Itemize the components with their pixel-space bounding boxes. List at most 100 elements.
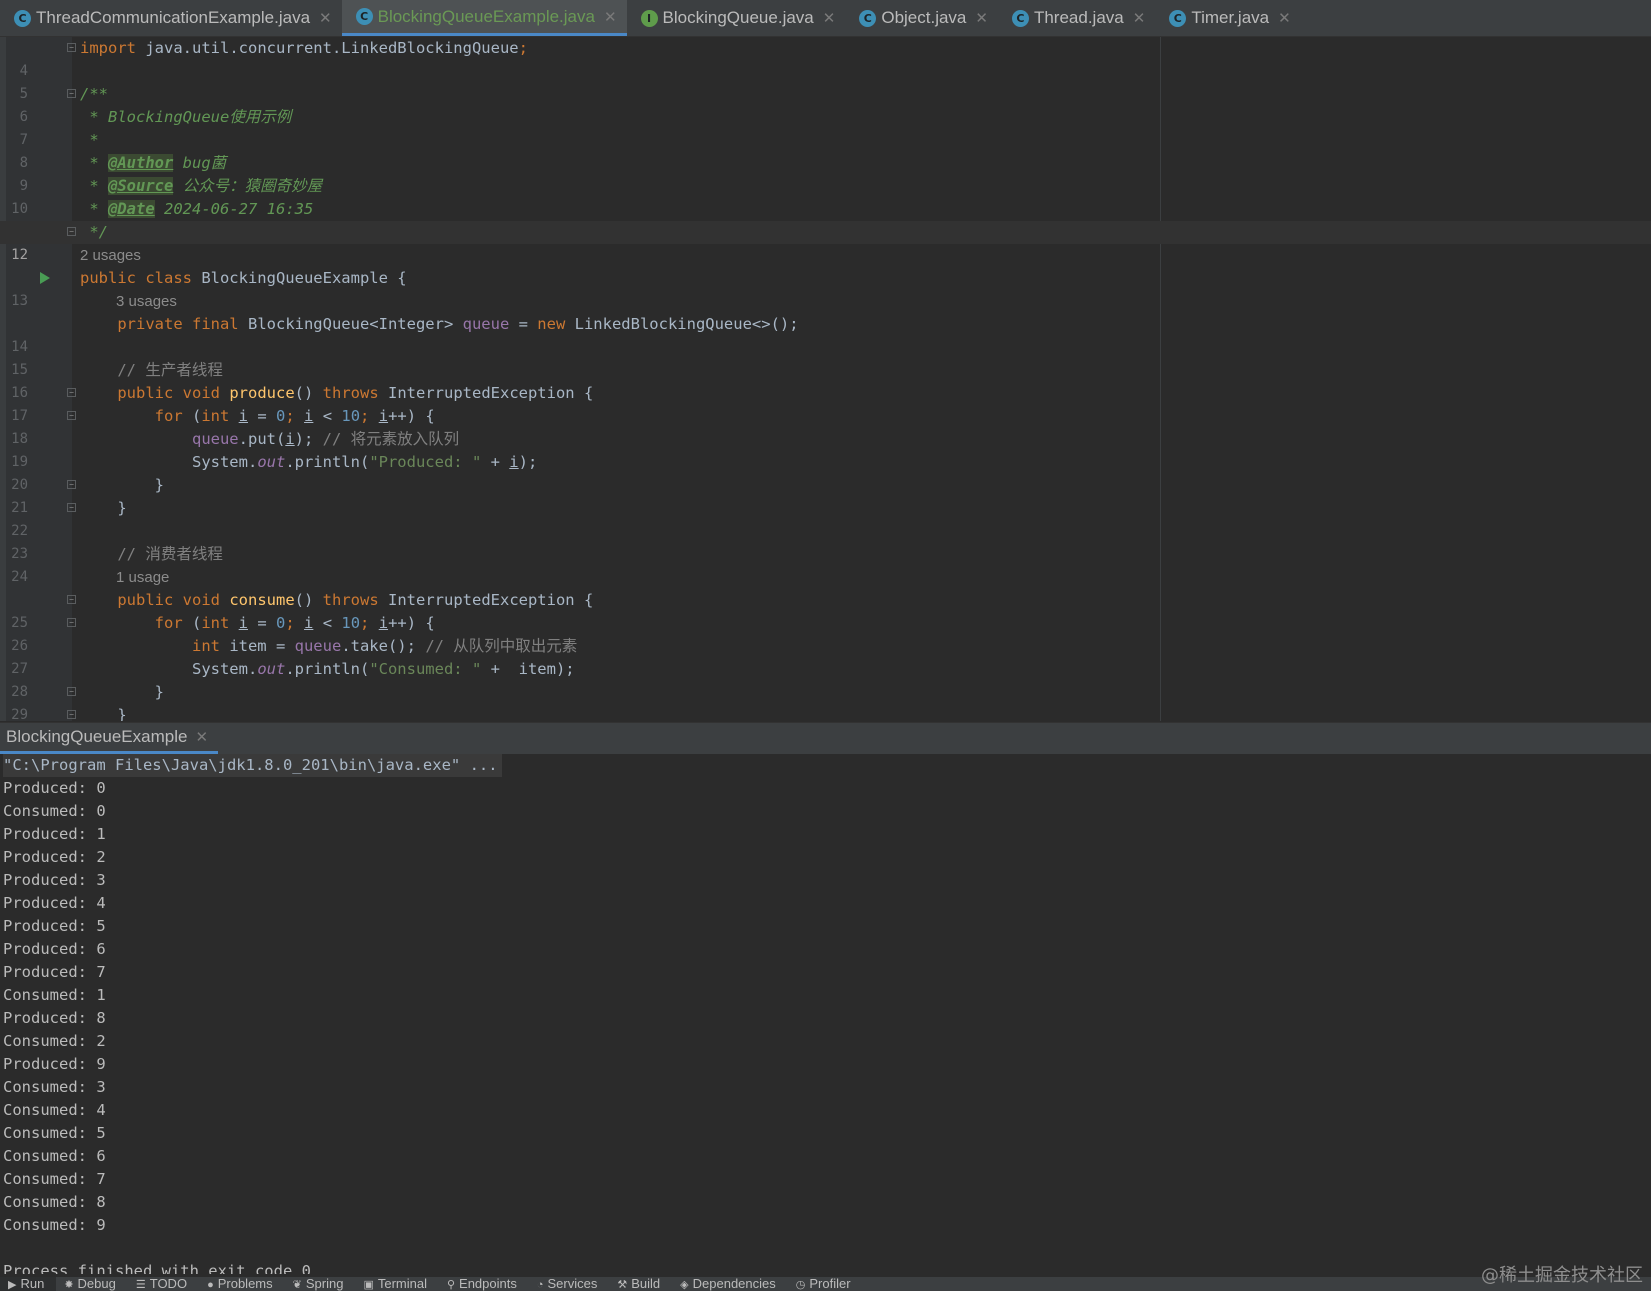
tab-thread[interactable]: C Thread.java ✕ (998, 0, 1155, 36)
tab-timer[interactable]: C Timer.java ✕ (1155, 0, 1300, 36)
tool-button-label: Build (631, 1277, 661, 1291)
run-icon: ▶ (8, 1279, 17, 1291)
run-config-tab[interactable]: BlockingQueueExample ✕ (0, 723, 219, 754)
tab-label: Object.java (881, 8, 967, 27)
doc-prefix: * (80, 177, 108, 195)
keyword: int (201, 407, 230, 425)
run-gutter-icon[interactable] (40, 272, 50, 284)
fold-marker-icon[interactable]: − (67, 227, 76, 236)
fold-marker-icon[interactable]: − (67, 89, 76, 98)
tool-button-label: Run (20, 1277, 45, 1291)
operator: + (481, 660, 510, 678)
editor-tab-bar: C ThreadCommunicationExample.java ✕ C Bl… (0, 0, 1651, 37)
semicolon: ; (518, 39, 528, 57)
code-line: 23 (0, 520, 1651, 562)
static-field: out (257, 453, 286, 471)
code-line: 18 − for (int i = 0; i < 10; i++) { (0, 405, 1651, 447)
tab-label: Thread.java (1033, 8, 1124, 27)
fold-marker-icon[interactable]: − (67, 388, 76, 397)
tab-object[interactable]: C Object.java ✕ (845, 0, 998, 36)
fold-marker-icon[interactable]: − (67, 43, 76, 52)
list-icon: ☰ (135, 1279, 146, 1291)
keyword: for (154, 407, 183, 425)
tool-button-debug[interactable]: ✸ Debug (56, 1277, 128, 1291)
code-line: 21 − } (0, 474, 1651, 516)
tab-label: BlockingQueue.java (662, 8, 814, 27)
tab-thread-communication-example[interactable]: C ThreadCommunicationExample.java ✕ (0, 0, 342, 36)
tool-button-endpoints[interactable]: ⚲ Endpoints (439, 1277, 529, 1291)
fold-marker-icon[interactable]: − (67, 503, 76, 512)
console-line: Consumed: 7 (3, 1170, 106, 1188)
code-line: 16 // 生产者线程 (0, 359, 1651, 401)
close-icon[interactable]: ✕ (1133, 9, 1146, 27)
doc-comment-open: /** (80, 85, 108, 103)
tool-button-build[interactable]: ⚒ Build (609, 1277, 672, 1291)
tool-button-dependencies[interactable]: ◈ Dependencies (672, 1277, 788, 1291)
close-icon[interactable]: ✕ (975, 9, 988, 27)
static-field: out (257, 660, 286, 678)
code-line: 9 * @Author bug菌 (0, 152, 1651, 194)
usages-hint[interactable]: 2 usages (80, 244, 141, 267)
run-console[interactable]: "C:\Program Files\Java\jdk1.8.0_201\bin\… (0, 754, 1651, 1274)
code-editor[interactable]: 4 − import java.util.concurrent.LinkedBl… (0, 37, 1651, 721)
tool-button-label: Terminal (377, 1277, 427, 1291)
keyword: throws (322, 591, 379, 609)
doc-prefix: * (80, 154, 108, 172)
code-line: 25 − public void consume() throws Interr… (0, 589, 1651, 631)
doc-prefix: * (80, 200, 108, 218)
fold-marker-icon[interactable]: − (67, 687, 76, 696)
tool-button-spring[interactable]: ❦ Spring (285, 1277, 356, 1291)
tool-button-label: Services (547, 1277, 598, 1291)
terminal-icon: ▣ (363, 1279, 374, 1291)
close-icon[interactable]: ✕ (604, 8, 617, 26)
fold-marker-icon[interactable]: − (67, 480, 76, 489)
close-icon[interactable]: ✕ (823, 9, 836, 27)
fold-marker-icon[interactable]: − (67, 710, 76, 719)
tool-button-problems[interactable]: ● Problems (199, 1277, 285, 1291)
doc-author-value: bug菌 (173, 154, 227, 172)
fold-marker-icon[interactable]: − (67, 411, 76, 420)
tab-blocking-queue-example[interactable]: C BlockingQueueExample.java ✕ (341, 0, 627, 36)
console-line: Produced: 0 (3, 779, 106, 797)
tool-button-services[interactable]: ◔ Services (529, 1277, 610, 1291)
tool-button-terminal[interactable]: ▣ Terminal (355, 1277, 439, 1291)
build-icon: ⚒ (617, 1279, 628, 1291)
console-line: Consumed: 8 (3, 1193, 106, 1211)
close-icon[interactable]: ✕ (1278, 9, 1291, 27)
doc-tag-author: @Author (108, 154, 174, 172)
field-ref: queue (294, 637, 342, 655)
string-literal: "Produced: " (369, 453, 482, 471)
close-icon[interactable]: ✕ (319, 9, 332, 27)
command-line[interactable]: "C:\Program Files\Java\jdk1.8.0_201\bin\… (3, 754, 502, 777)
variable-decl: item = (219, 637, 295, 655)
tool-button-profiler[interactable]: ◷ Profiler (788, 1277, 863, 1291)
tool-button-label: TODO (149, 1277, 188, 1291)
keyword: int (201, 614, 230, 632)
usages-hint[interactable]: 3 usages (116, 290, 177, 313)
code-line: 30 − } (0, 704, 1651, 721)
variable: i (304, 614, 314, 632)
tool-button-run[interactable]: ▶ Run (0, 1277, 57, 1291)
console-line: Consumed: 4 (3, 1101, 106, 1119)
close-icon[interactable]: ✕ (195, 728, 208, 746)
tab-blocking-queue[interactable]: I BlockingQueue.java ✕ (627, 0, 846, 36)
code-line: 26 − for (int i = 0; i < 10; i++) { (0, 612, 1651, 654)
tool-button-todo[interactable]: ☰ TODO (128, 1277, 199, 1291)
console-line: Produced: 9 (3, 1055, 106, 1073)
watermark: @稀土掘金技术社区 (1481, 1265, 1643, 1286)
punctuation: ++) { (388, 614, 435, 632)
usages-hint[interactable]: 1 usage (116, 566, 169, 589)
number: 10 (341, 407, 361, 425)
punctuation: ++) { (388, 407, 435, 425)
fold-marker-icon[interactable]: − (67, 595, 76, 604)
keyword: private final (117, 315, 239, 333)
operator: = (248, 614, 277, 632)
code-line: 4 − import java.util.concurrent.LinkedBl… (0, 37, 1651, 79)
variable: i (285, 430, 295, 448)
operator: + (481, 453, 510, 471)
punctuation: ( (182, 407, 202, 425)
field-type: BlockingQueue<Integer> (238, 315, 463, 333)
line-comment: // 将元素放入队列 (322, 430, 460, 448)
fold-marker-icon[interactable]: − (67, 618, 76, 627)
tool-button-label: Spring (305, 1277, 344, 1291)
